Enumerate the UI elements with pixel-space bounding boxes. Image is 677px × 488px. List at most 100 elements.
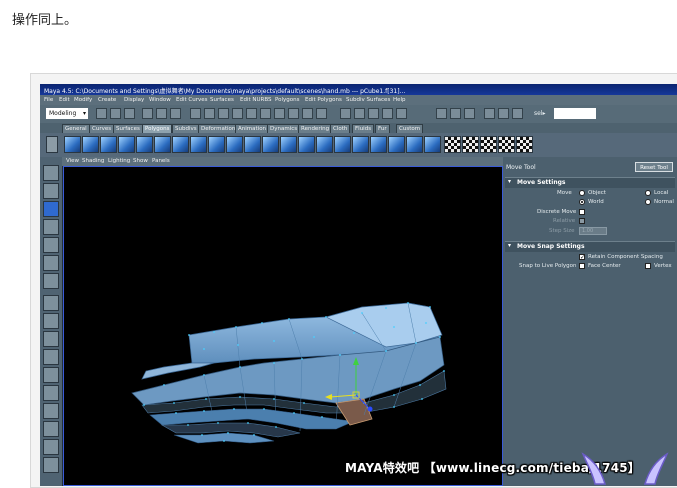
- menu-polygons[interactable]: Polygons: [275, 97, 299, 103]
- face-center-checkbox[interactable]: [579, 263, 585, 269]
- manipulator-tool-icon[interactable]: [43, 255, 59, 271]
- menu-create[interactable]: Create: [98, 97, 116, 103]
- single-perspective-layout-icon[interactable]: [43, 295, 59, 311]
- boolean-icon[interactable]: [244, 136, 261, 153]
- rotate-tool-icon[interactable]: [43, 219, 59, 235]
- persp-outliner-layout-icon[interactable]: [43, 349, 59, 365]
- menu-edit-curves[interactable]: Edit Curves: [176, 97, 208, 103]
- radio-normal[interactable]: [645, 199, 651, 205]
- radio-local[interactable]: [645, 190, 651, 196]
- vp-menu-lighting[interactable]: Lighting: [108, 158, 130, 164]
- new-scene-icon[interactable]: [96, 108, 107, 119]
- extract-icon[interactable]: [208, 136, 225, 153]
- mask-curve-icon[interactable]: [218, 108, 229, 119]
- menu-edit-nurbs[interactable]: Edit NURBS: [240, 97, 272, 103]
- poly-cone-icon[interactable]: [118, 136, 135, 153]
- mask-surface-icon[interactable]: [232, 108, 243, 119]
- two-view-layout-icon[interactable]: [43, 331, 59, 347]
- mode-dropdown[interactable]: Modeling: [46, 108, 88, 119]
- move-snap-settings-section[interactable]: Move Snap Settings: [505, 241, 675, 252]
- toolbox-arrow-icon[interactable]: [43, 457, 59, 473]
- vp-menu-shading[interactable]: Shading: [82, 158, 104, 164]
- input-ops-icon[interactable]: [436, 108, 447, 119]
- mask-deformer-icon[interactable]: [246, 108, 257, 119]
- poly-cylinder-icon[interactable]: [100, 136, 117, 153]
- spherical-mapping-icon[interactable]: [480, 136, 497, 153]
- quadrangulate-icon[interactable]: [424, 136, 441, 153]
- vp-menu-show[interactable]: Show: [133, 158, 148, 164]
- mask-handle-icon[interactable]: [190, 108, 201, 119]
- scale-tool-icon[interactable]: [43, 237, 59, 253]
- radio-object[interactable]: [579, 190, 585, 196]
- snap-curve-icon[interactable]: [354, 108, 365, 119]
- cut-faces-icon[interactable]: [334, 136, 351, 153]
- layout-expand-icon[interactable]: [43, 421, 59, 437]
- poly-cube-icon[interactable]: [82, 136, 99, 153]
- extrude-edge-icon[interactable]: [280, 136, 297, 153]
- relative-checkbox[interactable]: [579, 218, 585, 224]
- merge-vertices-icon[interactable]: [352, 136, 369, 153]
- menu-edit-polygons[interactable]: Edit Polygons: [305, 97, 342, 103]
- automatic-mapping-icon[interactable]: [498, 136, 515, 153]
- persp-graph-layout-icon[interactable]: [43, 367, 59, 383]
- extrude-face-icon[interactable]: [262, 136, 279, 153]
- ipr-render-icon[interactable]: [498, 108, 509, 119]
- split-polygon-icon[interactable]: [316, 136, 333, 153]
- separate-icon[interactable]: [190, 136, 207, 153]
- menu-modify[interactable]: Modify: [74, 97, 92, 103]
- reset-tool-button[interactable]: Reset Tool: [635, 162, 673, 172]
- mask-dynamic-icon[interactable]: [260, 108, 271, 119]
- render-frame-icon[interactable]: [484, 108, 495, 119]
- snap-point-icon[interactable]: [368, 108, 379, 119]
- bevel-icon[interactable]: [298, 136, 315, 153]
- poly-torus-icon[interactable]: [154, 136, 171, 153]
- discrete-move-checkbox[interactable]: [579, 209, 585, 215]
- layout-more-icon[interactable]: [43, 439, 59, 455]
- smooth-icon[interactable]: [226, 136, 243, 153]
- append-polygon-icon[interactable]: [370, 136, 387, 153]
- output-ops-icon[interactable]: [450, 108, 461, 119]
- vertex-checkbox[interactable]: [645, 263, 651, 269]
- snap-view-plane-icon[interactable]: [382, 108, 393, 119]
- menu-window[interactable]: Window: [149, 97, 171, 103]
- poly-plane-icon[interactable]: [136, 136, 153, 153]
- construction-history-icon[interactable]: [464, 108, 475, 119]
- move-settings-section[interactable]: Move Settings: [505, 177, 675, 188]
- perspective-viewport[interactable]: [63, 166, 503, 486]
- move-tool-icon[interactable]: [43, 201, 59, 217]
- quick-selection-field[interactable]: [554, 108, 596, 119]
- triangulate-icon[interactable]: [406, 136, 423, 153]
- mask-joint-icon[interactable]: [204, 108, 215, 119]
- save-scene-icon[interactable]: [124, 108, 135, 119]
- menu-file[interactable]: File: [44, 97, 53, 103]
- lasso-tool-icon[interactable]: [43, 183, 59, 199]
- select-hierarchy-icon[interactable]: [142, 108, 153, 119]
- radio-world[interactable]: [579, 199, 585, 205]
- menu-display[interactable]: Display: [124, 97, 144, 103]
- menu-surfaces[interactable]: Surfaces: [210, 97, 234, 103]
- planar-mapping-icon[interactable]: [444, 136, 461, 153]
- make-live-icon[interactable]: [396, 108, 407, 119]
- uv-texture-editor-icon[interactable]: [516, 136, 533, 153]
- select-component-icon[interactable]: [170, 108, 181, 119]
- hypershade-layout-icon[interactable]: [43, 385, 59, 401]
- combine-icon[interactable]: [172, 136, 189, 153]
- menu-edit[interactable]: Edit: [59, 97, 70, 103]
- render-globals-icon[interactable]: [512, 108, 523, 119]
- lock-selection-icon[interactable]: [302, 108, 313, 119]
- vp-menu-view[interactable]: View: [66, 158, 79, 164]
- shelf-menu-icon[interactable]: [46, 136, 58, 153]
- last-tool-icon[interactable]: [43, 273, 59, 289]
- subdivide-icon[interactable]: [388, 136, 405, 153]
- poly-sphere-icon[interactable]: [64, 136, 81, 153]
- snap-grid-icon[interactable]: [340, 108, 351, 119]
- persp-hypershade-layout-icon[interactable]: [43, 403, 59, 419]
- vp-menu-panels[interactable]: Panels: [152, 158, 170, 164]
- mask-rendering-icon[interactable]: [274, 108, 285, 119]
- mask-misc-icon[interactable]: [288, 108, 299, 119]
- highlight-selection-icon[interactable]: [316, 108, 327, 119]
- menu-subdiv-surfaces[interactable]: Subdiv Surfaces: [346, 97, 390, 103]
- step-size-field[interactable]: 1.00: [579, 227, 607, 235]
- open-scene-icon[interactable]: [110, 108, 121, 119]
- select-object-icon[interactable]: [156, 108, 167, 119]
